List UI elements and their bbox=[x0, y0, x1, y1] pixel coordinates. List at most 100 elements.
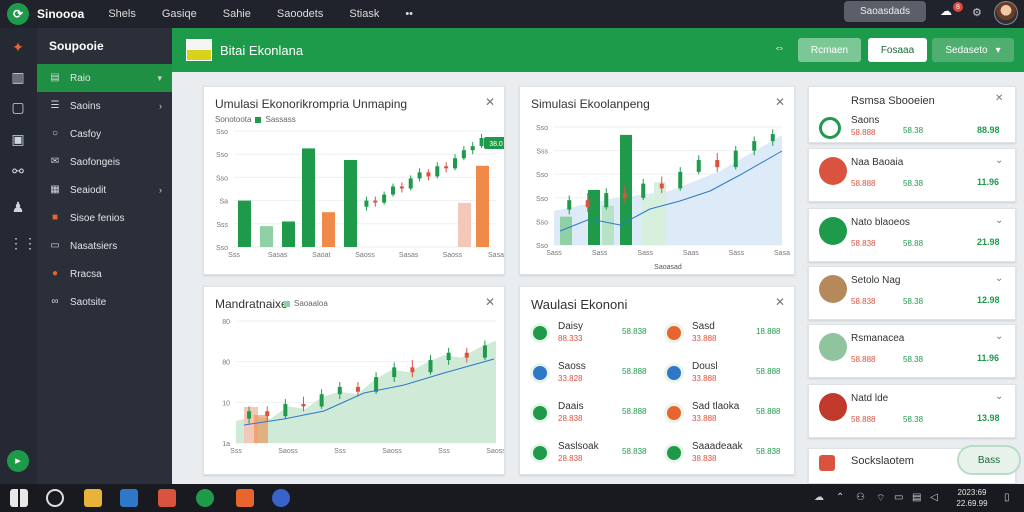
volume-icon[interactable]: ◁ bbox=[930, 492, 938, 503]
sidebar-item-casfoy[interactable]: ○ Casfoy bbox=[37, 120, 172, 148]
search-icon[interactable] bbox=[46, 489, 64, 507]
pie-icon bbox=[530, 323, 550, 343]
right-card[interactable]: Natd lde 58.888 58.38 13.98 ⌄ bbox=[808, 384, 1016, 438]
area-fill bbox=[236, 340, 496, 443]
sidebar-item-rracsa[interactable]: ● Rracsa bbox=[37, 260, 172, 288]
app-icon[interactable] bbox=[158, 489, 176, 507]
y-tick-label: Sso bbox=[216, 245, 228, 252]
cloud-icon[interactable]: ☁ bbox=[814, 492, 824, 503]
legend-swatch bbox=[255, 116, 262, 123]
notification-icon[interactable]: ▯ bbox=[1004, 492, 1010, 503]
chevron-up-icon[interactable]: ⌃ bbox=[836, 492, 844, 503]
menu-item[interactable]: Sahie bbox=[223, 8, 251, 20]
card-icon bbox=[819, 455, 835, 471]
right-card[interactable]: Rsmanacea 58.888 58.38 11.96 ⌄ bbox=[808, 324, 1016, 378]
monitor-icon[interactable]: ▭ bbox=[894, 492, 903, 503]
search-icon: ○ bbox=[51, 128, 59, 139]
item-value: 11.96 bbox=[977, 177, 1000, 187]
keyboard-icon[interactable]: ▤ bbox=[912, 492, 921, 503]
chevron-down-icon[interactable]: ⌄ bbox=[995, 391, 1003, 402]
menu-item[interactable]: Gasiqe bbox=[162, 8, 197, 20]
link-icon[interactable]: ⚯ bbox=[9, 162, 27, 180]
bar bbox=[322, 212, 335, 247]
econ-item[interactable]: Saslsoak 28.838 58.838 bbox=[530, 441, 646, 471]
item-name: Daais bbox=[558, 401, 584, 412]
sidebar-item-saofongeis[interactable]: ✉ Saofongeis bbox=[37, 148, 172, 176]
chevron-down-icon[interactable]: ⌄ bbox=[995, 215, 1003, 226]
item-value: 58.838 bbox=[851, 239, 876, 248]
y-tick-label: Sso bbox=[536, 196, 548, 203]
bar bbox=[560, 216, 572, 245]
econ-item[interactable]: Daais 28.838 58.888 bbox=[530, 401, 646, 431]
chevron-down-icon[interactable]: ⌄ bbox=[995, 331, 1003, 342]
header-button-3[interactable]: Sedaseto ▾ bbox=[932, 38, 1014, 62]
econ-item[interactable]: Sad tlaoka 33.888 58.888 bbox=[664, 401, 780, 431]
header-button-1[interactable]: Rcmaen bbox=[798, 38, 861, 62]
candle-body bbox=[319, 394, 324, 407]
header-button-2[interactable]: Fosaaa bbox=[868, 38, 927, 62]
close-icon[interactable]: ✕ bbox=[485, 295, 495, 309]
y-tick-label: 10 bbox=[222, 400, 230, 407]
right-card[interactable]: Nato blaoeos 58.838 58.88 21.98 ⌄ bbox=[808, 208, 1016, 262]
start-icon[interactable] bbox=[10, 489, 28, 507]
clock[interactable]: 2023:69 22.69.99 bbox=[956, 487, 988, 509]
top-menu: Shels Gasiqe Sahie Saoodets Stiask •• bbox=[108, 8, 413, 20]
right-card[interactable]: Rsmsa Sbooeien ✕ Saons 58.888 58.38 88.9… bbox=[808, 86, 1016, 143]
econ-item[interactable]: Saaadeaak 38.838 58.838 bbox=[664, 441, 780, 471]
app-icon[interactable] bbox=[236, 489, 254, 507]
store-icon[interactable] bbox=[120, 489, 138, 507]
app-logo-icon[interactable]: ⟳ bbox=[7, 3, 29, 25]
wifi-icon[interactable]: ⌔ bbox=[876, 492, 885, 505]
add-icon[interactable]: ▸ bbox=[7, 450, 29, 472]
sidebar-item-saotsite[interactable]: ∞ Saotsite bbox=[37, 288, 172, 316]
close-icon[interactable]: ✕ bbox=[775, 95, 785, 109]
x-tick-label: Saoat bbox=[312, 252, 330, 259]
puzzle-icon[interactable]: ✦ bbox=[9, 38, 27, 56]
bar bbox=[302, 148, 315, 247]
close-icon[interactable]: ✕ bbox=[485, 95, 495, 109]
person-icon[interactable]: ♟ bbox=[9, 198, 27, 216]
menu-item[interactable]: Stiask bbox=[349, 8, 379, 20]
close-icon[interactable]: ✕ bbox=[775, 295, 785, 309]
help-icon[interactable]: ⚙ bbox=[972, 6, 982, 19]
econ-item[interactable]: Dousl 33.888 58.888 bbox=[664, 361, 780, 391]
sidebar-item-sisoe-fenios[interactable]: ■ Sisoe fenios bbox=[37, 204, 172, 232]
people-icon[interactable]: ⚇ bbox=[856, 492, 865, 503]
sidebar-item-seaiodit[interactable]: ▦ Seaiodit › bbox=[37, 176, 172, 204]
briefcase-icon[interactable]: ▣ bbox=[9, 130, 27, 148]
y-tick-label: Sa bbox=[219, 199, 228, 206]
square-icon[interactable]: ▢ bbox=[9, 98, 27, 116]
pie-icon bbox=[530, 403, 550, 423]
search-button[interactable]: Saoasdads bbox=[844, 1, 926, 22]
floating-action-button[interactable]: Bass bbox=[957, 445, 1021, 475]
avatar[interactable] bbox=[994, 1, 1018, 25]
right-card[interactable]: Naa Baoaia 58.888 58.38 11.96 ⌄ bbox=[808, 148, 1016, 202]
econ-item[interactable]: Sasd 33.888 18.888 bbox=[664, 321, 780, 351]
menu-item[interactable]: Shels bbox=[108, 8, 136, 20]
sidebar-item-raio[interactable]: ▤ Raio ▾ bbox=[37, 64, 172, 92]
menu-item[interactable]: Saoodets bbox=[277, 8, 323, 20]
app-icon[interactable] bbox=[272, 489, 290, 507]
sidebar-item-nasatsiers[interactable]: ▭ Nasatsiers bbox=[37, 232, 172, 260]
item-value: 58.88 bbox=[903, 239, 924, 248]
right-card[interactable]: Setolo Nag 58.838 58.38 12.98 ⌄ bbox=[808, 266, 1016, 320]
econ-item[interactable]: Daisy 88.333 58.838 bbox=[530, 321, 646, 351]
app-icon[interactable] bbox=[196, 489, 214, 507]
chevron-down-icon[interactable]: ⌄ bbox=[995, 155, 1003, 166]
folder-icon[interactable] bbox=[84, 489, 102, 507]
chart-icon[interactable]: ▥ bbox=[9, 68, 27, 86]
candle-body bbox=[464, 352, 469, 358]
search-label: Saoasdads bbox=[859, 6, 911, 17]
legend-swatch bbox=[284, 300, 290, 307]
sidebar-item-saoins[interactable]: ☰ Saoins › bbox=[37, 92, 172, 120]
collapse-icon[interactable]: ⇔ bbox=[774, 42, 785, 54]
menu-item[interactable]: •• bbox=[405, 8, 413, 20]
candle-body bbox=[461, 150, 466, 159]
chevron-down-icon[interactable]: ⌄ bbox=[995, 273, 1003, 284]
grid-icon[interactable]: ⋮⋮ bbox=[9, 234, 37, 252]
close-icon[interactable]: ✕ bbox=[995, 93, 1003, 104]
item-name: Rsmanacea bbox=[851, 333, 905, 344]
econ-item[interactable]: Saoss 33.828 58.888 bbox=[530, 361, 646, 391]
bar bbox=[588, 189, 600, 245]
y-tick-label: 80 bbox=[222, 319, 230, 326]
